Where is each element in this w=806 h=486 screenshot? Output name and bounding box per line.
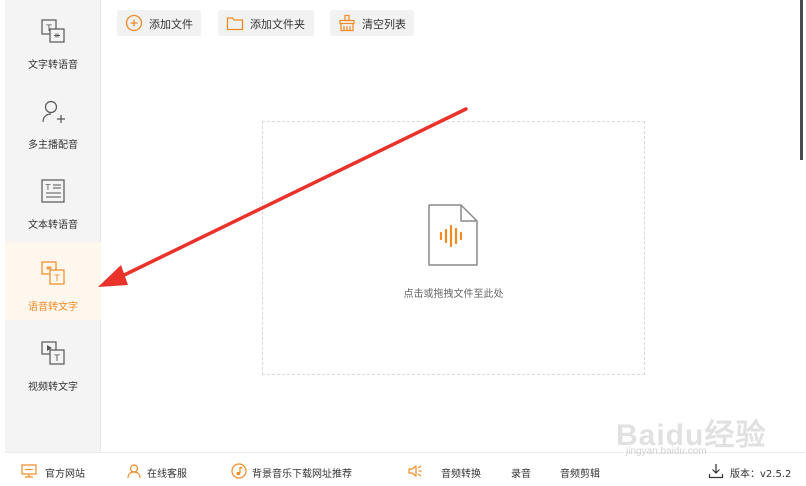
add-folder-label: 添加文件夹 (250, 18, 305, 31)
drop-hint-text: 点击或拖拽文件至此处 (403, 289, 504, 300)
add-file-label: 添加文件 (149, 18, 193, 31)
svg-text:T: T (45, 183, 51, 192)
document-text-icon: T (41, 179, 65, 203)
sidebar-item-label: 视频转文字 (28, 382, 78, 393)
window-edge (800, 0, 803, 160)
download-icon (708, 464, 724, 479)
speech-to-text-icon: T (41, 261, 65, 285)
add-folder-button[interactable]: 添加文件夹 (218, 10, 314, 36)
sidebar: T 文字转语音 多主播配音 T 文本转语音 T 语音转文字 T 视频转文字 (5, 0, 101, 452)
sidebar-item-label: 多主播配音 (28, 140, 78, 151)
video-to-text-icon: T (41, 341, 65, 365)
sidebar-item-multi-voice[interactable]: 多主播配音 (5, 80, 101, 158)
sidebar-item-label: 文字转语音 (28, 60, 78, 71)
online-service-link[interactable]: 在线客服 (126, 463, 206, 480)
baidu-watermark: Baidu经验 jingyan.baidu.com (616, 400, 796, 460)
sidebar-item-speech-to-text[interactable]: T 语音转文字 (5, 242, 101, 320)
sidebar-item-label: 语音转文字 (28, 302, 78, 313)
svg-text:T: T (53, 274, 60, 284)
watermark-url: jingyan.baidu.com (626, 446, 707, 457)
add-file-button[interactable]: 添加文件 (117, 10, 201, 36)
audio-convert-link[interactable]: 音频转换 (407, 463, 487, 480)
sidebar-item-document-to-speech[interactable]: T 文本转语音 (5, 160, 101, 238)
monitor-icon (21, 464, 37, 478)
version-label: 版本：v2.5.2 (730, 469, 792, 480)
arrow-head (98, 265, 128, 287)
speaker-icon (408, 465, 422, 477)
clear-list-button[interactable]: 清空列表 (330, 10, 414, 36)
user-add-icon (42, 100, 65, 123)
record-link[interactable]: 录音 (511, 463, 541, 480)
official-website-link[interactable]: 官方网站 (21, 463, 101, 480)
clear-list-label: 清空列表 (362, 18, 406, 31)
version-info[interactable]: 版本：v2.5.2 (708, 463, 802, 480)
record-label: 录音 (511, 469, 531, 480)
audio-edit-link[interactable]: 音频剪辑 (560, 463, 620, 480)
audio-file-icon (428, 204, 478, 266)
bgm-download-link[interactable]: 背景音乐下载网址推荐 (231, 463, 381, 480)
audio-edit-label: 音频剪辑 (560, 469, 600, 480)
user-icon (127, 464, 141, 479)
online-service-label: 在线客服 (147, 469, 187, 480)
sidebar-item-text-to-speech[interactable]: T 文字转语音 (5, 0, 101, 78)
file-drop-zone[interactable]: 点击或拖拽文件至此处 (262, 121, 645, 375)
bgm-download-label: 背景音乐下载网址推荐 (252, 469, 352, 480)
sidebar-item-label: 文本转语音 (28, 220, 78, 231)
folder-icon (226, 17, 244, 31)
text-to-speech-icon: T (41, 19, 65, 43)
sidebar-item-video-to-text[interactable]: T 视频转文字 (5, 322, 101, 400)
music-note-icon (231, 463, 247, 479)
plus-circle-icon (125, 14, 143, 32)
broom-icon (339, 14, 355, 32)
svg-text:T: T (53, 354, 60, 364)
audio-convert-label: 音频转换 (441, 469, 481, 480)
official-website-label: 官方网站 (45, 469, 85, 480)
